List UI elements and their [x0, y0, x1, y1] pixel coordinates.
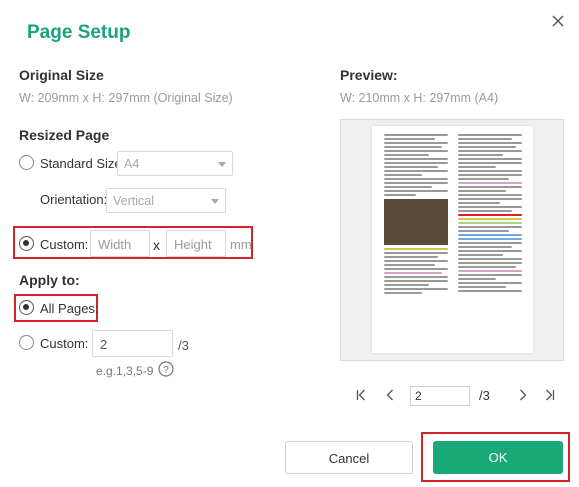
dialog-title: Page Setup — [27, 22, 131, 43]
standard-size-value: A4 — [124, 157, 140, 171]
preview-page-thumbnail — [372, 126, 533, 353]
page-number-input[interactable]: 2 — [410, 386, 470, 406]
close-icon[interactable] — [550, 13, 566, 29]
standard-size-label: Standard Size: — [40, 156, 126, 171]
page-total: /3 — [479, 388, 490, 403]
standard-size-radio[interactable] — [19, 155, 34, 170]
chevron-down-icon — [218, 162, 226, 167]
chevron-down-icon — [211, 199, 219, 204]
cancel-button[interactable]: Cancel — [285, 441, 413, 474]
custom-size-label: Custom: — [40, 237, 89, 252]
custom-size-radio[interactable] — [19, 236, 34, 251]
custom-pages-total: /3 — [178, 338, 189, 353]
svg-text:?: ? — [163, 365, 169, 376]
next-page-icon[interactable] — [519, 389, 527, 401]
custom-pages-hint: e.g.1,3,5-9 — [96, 364, 154, 378]
custom-pages-radio[interactable] — [19, 335, 34, 350]
original-size-heading: Original Size — [19, 67, 104, 83]
preview-heading: Preview: — [340, 67, 398, 83]
height-input[interactable]: Height — [166, 230, 226, 257]
question-circle-icon[interactable]: ? — [158, 361, 174, 377]
standard-size-select[interactable]: A4 — [117, 151, 233, 176]
all-pages-radio[interactable] — [19, 300, 34, 315]
all-pages-label: All Pages: — [40, 301, 99, 316]
orientation-label: Orientation: — [40, 192, 108, 207]
original-size-value: W: 209mm x H: 297mm (Original Size) — [19, 91, 233, 105]
size-separator: x — [153, 237, 160, 253]
unit-label: mm — [230, 237, 252, 252]
width-input[interactable]: Width — [90, 230, 150, 257]
first-page-icon[interactable] — [356, 389, 366, 401]
resized-page-heading: Resized Page — [19, 127, 110, 143]
ok-button[interactable]: OK — [433, 441, 563, 474]
custom-pages-input[interactable]: 2 — [92, 330, 173, 357]
orientation-value: Vertical — [113, 194, 154, 208]
orientation-select[interactable]: Vertical — [106, 188, 226, 213]
preview-size-value: W: 210mm x H: 297mm (A4) — [340, 91, 499, 105]
apply-to-heading: Apply to: — [19, 272, 80, 288]
custom-pages-label: Custom: — [40, 336, 89, 351]
previous-page-icon[interactable] — [386, 389, 394, 401]
page-preview — [340, 119, 564, 361]
last-page-icon[interactable] — [545, 389, 555, 401]
preview-photo — [384, 199, 448, 245]
